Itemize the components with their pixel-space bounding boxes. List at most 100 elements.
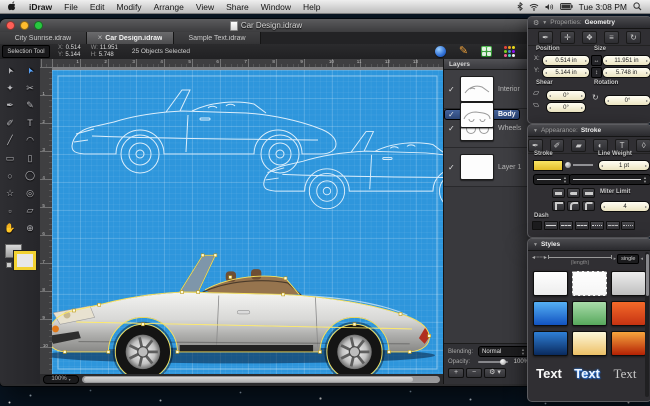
arrowheads-preview[interactable]: ◂╌╌╌▸ bbox=[532, 254, 546, 261]
tab-close-icon[interactable]: × bbox=[98, 35, 103, 41]
opacity-knob[interactable] bbox=[500, 359, 506, 365]
miter-limit-field[interactable]: ◂4▸ bbox=[600, 201, 650, 212]
disclosure-icon[interactable]: ▼ bbox=[533, 242, 538, 248]
default-colors-icon[interactable] bbox=[6, 262, 12, 268]
bezier-pen-tool[interactable]: ✎ bbox=[21, 97, 39, 115]
style-swatch-6[interactable] bbox=[611, 301, 646, 326]
parallelogram-tool[interactable]: ▱ bbox=[21, 202, 39, 220]
rectangle-tool[interactable]: ▭ bbox=[1, 150, 19, 168]
title-bar[interactable]: Car Design.idraw bbox=[0, 19, 532, 33]
menu-item-share[interactable]: Share bbox=[220, 2, 255, 12]
menu-item-idraw[interactable]: iDraw bbox=[23, 2, 58, 12]
disclosure-icon[interactable]: ▼ bbox=[533, 128, 538, 134]
scissors-tool[interactable]: ✂ bbox=[21, 80, 39, 98]
volume-icon[interactable] bbox=[545, 3, 554, 11]
eyedropper-tool[interactable]: ✦ bbox=[1, 80, 19, 98]
dash-dash-sm-button[interactable] bbox=[590, 221, 604, 230]
line-weight-track[interactable] bbox=[573, 164, 593, 166]
pen-tool[interactable]: ✒ bbox=[1, 97, 19, 115]
appearance-fill-tab-icon[interactable]: ▰ bbox=[571, 139, 586, 152]
text-style-bold[interactable]: Text bbox=[530, 366, 568, 382]
pencil-icon[interactable]: ✎ bbox=[457, 46, 470, 57]
bluetooth-icon[interactable] bbox=[517, 2, 523, 11]
styles-header[interactable]: ▼ Styles bbox=[528, 239, 650, 251]
layer-visibility-checkbox[interactable]: ✓ bbox=[448, 124, 456, 133]
layer-row-layer-1[interactable]: ✓Layer 1 bbox=[444, 148, 533, 187]
layer-visibility-checkbox[interactable]: ✓ bbox=[448, 110, 456, 119]
menu-item-modify[interactable]: Modify bbox=[111, 2, 148, 12]
properties-pen-tab-icon[interactable]: ✒ bbox=[538, 31, 553, 44]
zoom-tool[interactable]: ⊕ bbox=[21, 220, 39, 238]
tab-car-design-idraw[interactable]: ×Car Design.idraw bbox=[87, 32, 174, 44]
arrowheads-select[interactable]: ▲▼ bbox=[569, 174, 650, 185]
cap-butt-button[interactable] bbox=[552, 188, 565, 198]
opacity-slider[interactable] bbox=[478, 361, 508, 363]
shear-x-field[interactable]: ◂0°▸ bbox=[546, 90, 586, 101]
dash-dot-button[interactable] bbox=[621, 221, 635, 230]
rendered-car[interactable] bbox=[52, 254, 435, 374]
styles-scrollbar[interactable] bbox=[645, 252, 649, 397]
apple-menu[interactable] bbox=[0, 1, 23, 12]
line-weight-field[interactable]: ◂1 pt▸ bbox=[598, 160, 650, 171]
text-tool[interactable]: T bbox=[21, 115, 39, 133]
join-bevel-button[interactable] bbox=[582, 201, 595, 211]
brush-tool[interactable]: ✐ bbox=[1, 115, 19, 133]
length-control[interactable]: (length) bbox=[549, 252, 610, 266]
dash-solid-button[interactable] bbox=[544, 221, 558, 230]
style-swatch-4[interactable] bbox=[533, 301, 568, 326]
stroke-color-well[interactable] bbox=[14, 251, 36, 270]
spotlight-icon[interactable] bbox=[633, 2, 642, 11]
style-swatch-5[interactable] bbox=[572, 301, 607, 326]
layer-visibility-checkbox[interactable]: ✓ bbox=[448, 85, 456, 94]
menu-clock[interactable]: Tue 3:08 PM bbox=[579, 2, 627, 12]
hand-tool[interactable]: ✋ bbox=[1, 220, 19, 238]
join-miter-button[interactable] bbox=[552, 201, 565, 211]
cap-square-button[interactable] bbox=[582, 188, 595, 198]
style-swatch-1[interactable] bbox=[533, 271, 568, 296]
menu-item-file[interactable]: File bbox=[58, 2, 84, 12]
gear-icon[interactable]: ⚙ bbox=[533, 19, 539, 27]
stroke-style-select[interactable]: ▲▼ bbox=[533, 174, 571, 185]
join-round-button[interactable] bbox=[567, 201, 580, 211]
layer-row-body[interactable]: ✓Body bbox=[444, 109, 520, 120]
tab-sample-text-idraw[interactable]: Sample Text.idraw bbox=[174, 32, 261, 44]
single-button[interactable]: single bbox=[617, 254, 639, 264]
info-sphere-icon[interactable] bbox=[434, 46, 447, 57]
style-swatch-9[interactable] bbox=[611, 331, 646, 356]
style-swatch-3[interactable] bbox=[611, 271, 646, 296]
layer-visibility-checkbox[interactable]: ✓ bbox=[448, 163, 456, 172]
style-swatch-7[interactable] bbox=[533, 331, 568, 356]
canvas[interactable] bbox=[52, 67, 443, 374]
menu-item-arrange[interactable]: Arrange bbox=[148, 2, 190, 12]
dash-none-button[interactable] bbox=[532, 221, 542, 230]
rounded-rectangle-tool[interactable]: ▯ bbox=[21, 150, 39, 168]
properties-rotate-tab-icon[interactable]: ↻ bbox=[626, 31, 641, 44]
text-style-serif[interactable]: Text bbox=[606, 366, 644, 382]
text-style-outline[interactable]: Text bbox=[568, 366, 606, 382]
rotation-field[interactable]: ◂0°▸ bbox=[604, 95, 650, 106]
disclosure-icon[interactable]: ▼ bbox=[542, 20, 547, 26]
wireframe-car-1[interactable] bbox=[72, 90, 336, 173]
pencil-line-tool[interactable]: ╱ bbox=[1, 132, 19, 150]
color-grid-icon[interactable] bbox=[503, 46, 516, 57]
tab-city-sunrise-idraw[interactable]: City Sunrise.idraw bbox=[0, 32, 87, 44]
battery-icon[interactable] bbox=[560, 3, 573, 10]
shear-y-field[interactable]: ◂0°▸ bbox=[546, 102, 586, 113]
direct-selection-tool[interactable]: ➤ bbox=[21, 62, 39, 80]
layer-options-button[interactable]: ⚙ ▾ bbox=[484, 368, 506, 378]
star-tool[interactable]: ☆ bbox=[1, 185, 19, 203]
properties-header[interactable]: ⚙ ▼ Properties: Geometry bbox=[528, 17, 650, 29]
width-field[interactable]: ◂11.951 in▸ bbox=[602, 55, 650, 66]
y-field[interactable]: ◂5.144 in▸ bbox=[542, 67, 590, 78]
ellipse-tool[interactable]: ○ bbox=[1, 167, 19, 185]
menu-item-window[interactable]: Window bbox=[255, 2, 297, 12]
dash-dash-lg-button[interactable] bbox=[559, 221, 573, 230]
remove-layer-button[interactable]: − bbox=[466, 368, 482, 378]
zoom-level-control[interactable]: 100%▾ bbox=[43, 375, 79, 384]
dash-dash-dot-button[interactable] bbox=[606, 221, 620, 230]
menu-item-edit[interactable]: Edit bbox=[84, 2, 111, 12]
shapes-grid-icon[interactable] bbox=[480, 46, 493, 57]
cap-round-button[interactable] bbox=[567, 188, 580, 198]
x-field[interactable]: ◂0.514 in▸ bbox=[542, 55, 590, 66]
properties-shape-tab-icon[interactable]: ❖ bbox=[582, 31, 597, 44]
